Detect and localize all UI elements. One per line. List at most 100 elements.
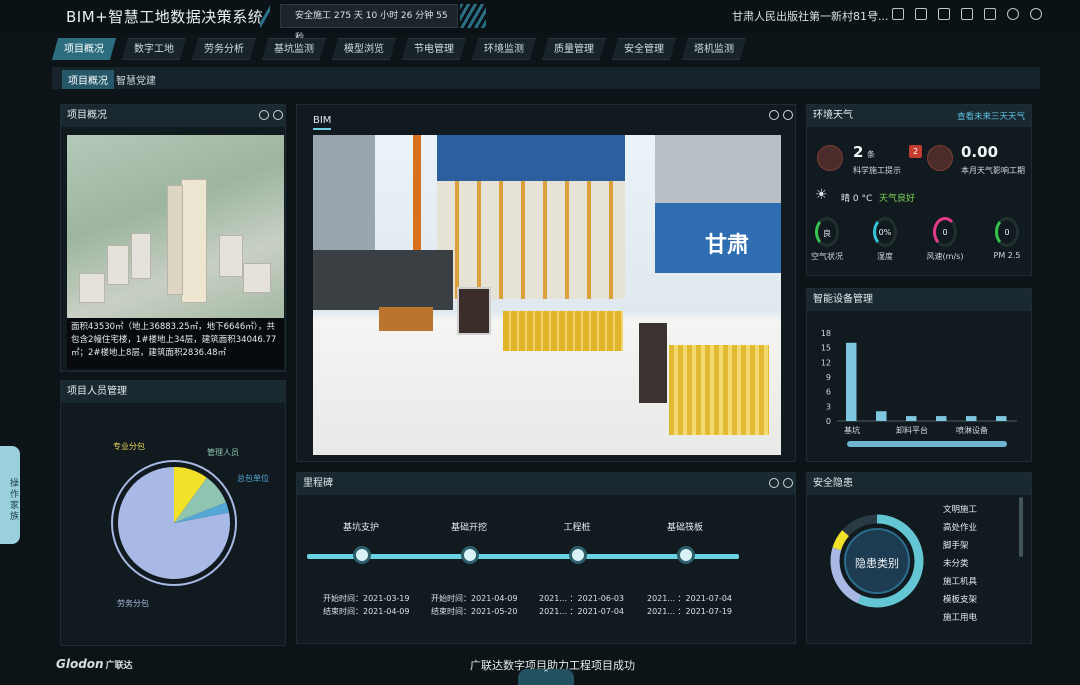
forecast-link[interactable]: 查看未来三天天气: [957, 110, 1025, 122]
x-tick-label: 喷淋设备: [956, 425, 988, 435]
hazard-item[interactable]: 未分类: [943, 557, 969, 569]
tab-quality[interactable]: 质量管理: [542, 38, 606, 60]
monitor-icon[interactable]: [915, 8, 927, 20]
hourglass-icon: [927, 145, 953, 171]
hazard-item[interactable]: 模板支架: [943, 593, 977, 605]
bar: [996, 416, 1007, 421]
overview-panel: 项目概况 面积43530㎡（地上36883.25㎡，地下6646㎡），共包含2幢…: [60, 104, 286, 372]
app-title: BIM+智慧工地数据决策系统: [66, 8, 264, 26]
expand-up-icon[interactable]: ⌃: [518, 669, 574, 685]
milestone-name: 基础筏板: [666, 523, 703, 533]
title-decoration: [260, 4, 270, 28]
settings-icon[interactable]: [769, 110, 779, 120]
bar: [876, 411, 887, 421]
grid-icon[interactable]: [892, 8, 904, 20]
pm25-label: PM 2.5: [993, 251, 1021, 260]
counter-decoration: [460, 4, 486, 28]
refresh-icon[interactable]: [1007, 8, 1019, 20]
weather-panel: 环境天气 查看未来三天天气 2 条 科学施工提示 2 0.00 本月天气影响工期…: [806, 104, 1032, 276]
glodon-logo: Glodon 广联达: [56, 657, 133, 671]
weather-condition: 晴 0 °C: [841, 194, 873, 204]
screen-icon[interactable]: [961, 8, 973, 20]
tab-safety[interactable]: 安全管理: [612, 38, 676, 60]
tips-badge: 2: [909, 145, 922, 158]
hazard-scrollbar[interactable]: [1019, 497, 1023, 557]
bim-3d-viewport[interactable]: 甘肃: [313, 135, 781, 455]
milestone-dot[interactable]: [677, 546, 695, 564]
wind-value: 0: [942, 228, 948, 237]
legend-management: 管理人员: [207, 448, 239, 457]
bar: [966, 416, 977, 421]
legend-subcontract: 专业分包: [113, 442, 145, 451]
milestone-title: 里程碑: [297, 473, 795, 495]
milestone-end: 2021... ：2021-07-19: [647, 607, 733, 616]
top-bar: BIM+智慧工地数据决策系统 安全施工 275 天 10 小时 26 分钟 55…: [0, 0, 1080, 43]
tab-labor-analysis[interactable]: 劳务分析: [192, 38, 256, 60]
overview-description: 面积43530㎡（地上36883.25㎡，地下6646㎡），共包含2幢住宅楼，1…: [67, 318, 284, 369]
legend-labor: 劳务分包: [117, 599, 149, 608]
y-tick-label: 12: [821, 358, 831, 367]
milestone-name: 工程桩: [563, 523, 591, 533]
hazard-item[interactable]: 文明施工: [943, 503, 977, 515]
layout-icon[interactable]: [938, 8, 950, 20]
device-bar-chart: 18 15 12 9 6 3 0 基坑 卸料平台 喷淋设备: [821, 329, 1017, 447]
personnel-panel: 项目人员管理 专业分包 管理人员 总包单位 劳务分包: [60, 380, 286, 646]
refresh-icon[interactable]: [783, 110, 793, 120]
milestone-dot[interactable]: [461, 546, 479, 564]
sun-icon: ☀: [815, 187, 828, 203]
air-value: 良: [823, 229, 831, 238]
y-tick-label: 15: [821, 344, 831, 353]
subtab-smart-party[interactable]: 智慧党建: [110, 70, 162, 89]
milestone-dot[interactable]: [353, 546, 371, 564]
user-icon[interactable]: [1030, 8, 1042, 20]
subtab-project-overview[interactable]: 项目概况: [62, 70, 114, 89]
overview-title: 项目概况: [61, 105, 285, 127]
user-project-name[interactable]: 甘肃人民出版社第一新村81号...: [732, 8, 889, 24]
logo-text: Glodon: [56, 657, 104, 671]
milestone-start: 2021... ：2021-07-04: [647, 594, 733, 603]
project-rendering-image: [67, 135, 284, 318]
pm25-value: 0: [1004, 228, 1010, 237]
milestone-panel: 里程碑 基坑支护 开始时间：2021-03-19 结束时间：2021-04-09…: [296, 472, 796, 644]
weather-status: 天气良好: [879, 194, 916, 204]
shirt-icon[interactable]: [984, 8, 996, 20]
y-tick-label: 9: [826, 373, 831, 382]
milestone-timeline: [307, 554, 739, 559]
refresh-icon[interactable]: [273, 110, 283, 120]
bim-panel: BIM 甘肃: [296, 104, 796, 462]
hazard-item[interactable]: 脚手架: [943, 539, 969, 551]
personnel-title: 项目人员管理: [61, 381, 285, 403]
tab-environment[interactable]: 环境监测: [472, 38, 536, 60]
bim-tab[interactable]: BIM: [313, 115, 332, 130]
settings-icon[interactable]: [259, 110, 269, 120]
milestone-dot[interactable]: [569, 546, 587, 564]
tab-model-browse[interactable]: 模型浏览: [332, 38, 396, 60]
milestone-start: 开始时间：2021-04-09: [431, 594, 518, 603]
tips-label[interactable]: 科学施工提示: [853, 165, 901, 176]
tab-project-overview[interactable]: 项目概况: [52, 38, 116, 60]
hazard-item[interactable]: 高处作业: [943, 521, 977, 533]
tab-digital-site[interactable]: 数字工地: [122, 38, 186, 60]
settings-icon[interactable]: [769, 478, 779, 488]
milestone-name: 基础开挖: [450, 523, 487, 533]
tips-count: 2: [853, 143, 864, 161]
personnel-pie-chart: [111, 460, 237, 586]
milestone-end: 结束时间：2021-04-09: [323, 607, 410, 616]
tab-pit-monitoring[interactable]: 基坑监测: [262, 38, 326, 60]
tab-power-saving[interactable]: 节电管理: [402, 38, 466, 60]
delay-label: 本月天气影响工期: [961, 166, 1025, 175]
milestone-end: 2021... ：2021-07-04: [539, 607, 625, 616]
chart-scrollbar: [847, 441, 1007, 447]
hazard-item[interactable]: 施工机具: [943, 575, 977, 587]
side-drawer-tab[interactable]: 操作家族: [0, 446, 20, 544]
alarm-icon: [817, 145, 843, 171]
sub-tab-bar: 项目概况 智慧党建: [52, 67, 1040, 89]
refresh-icon[interactable]: [783, 478, 793, 488]
chevron-down-icon[interactable]: ⌄: [872, 8, 880, 18]
humidity-label: 湿度: [877, 252, 893, 261]
hazard-item[interactable]: 施工用电: [943, 611, 977, 623]
y-tick-label: 0: [826, 417, 831, 426]
x-tick-label: 卸料平台: [896, 425, 928, 435]
tab-tower-crane[interactable]: 塔机监测: [682, 38, 746, 60]
hazards-panel: 安全隐患 隐患类别 文明施工 高处作业 脚手架 未分类 施工机具 模板支架 施工…: [806, 472, 1032, 644]
